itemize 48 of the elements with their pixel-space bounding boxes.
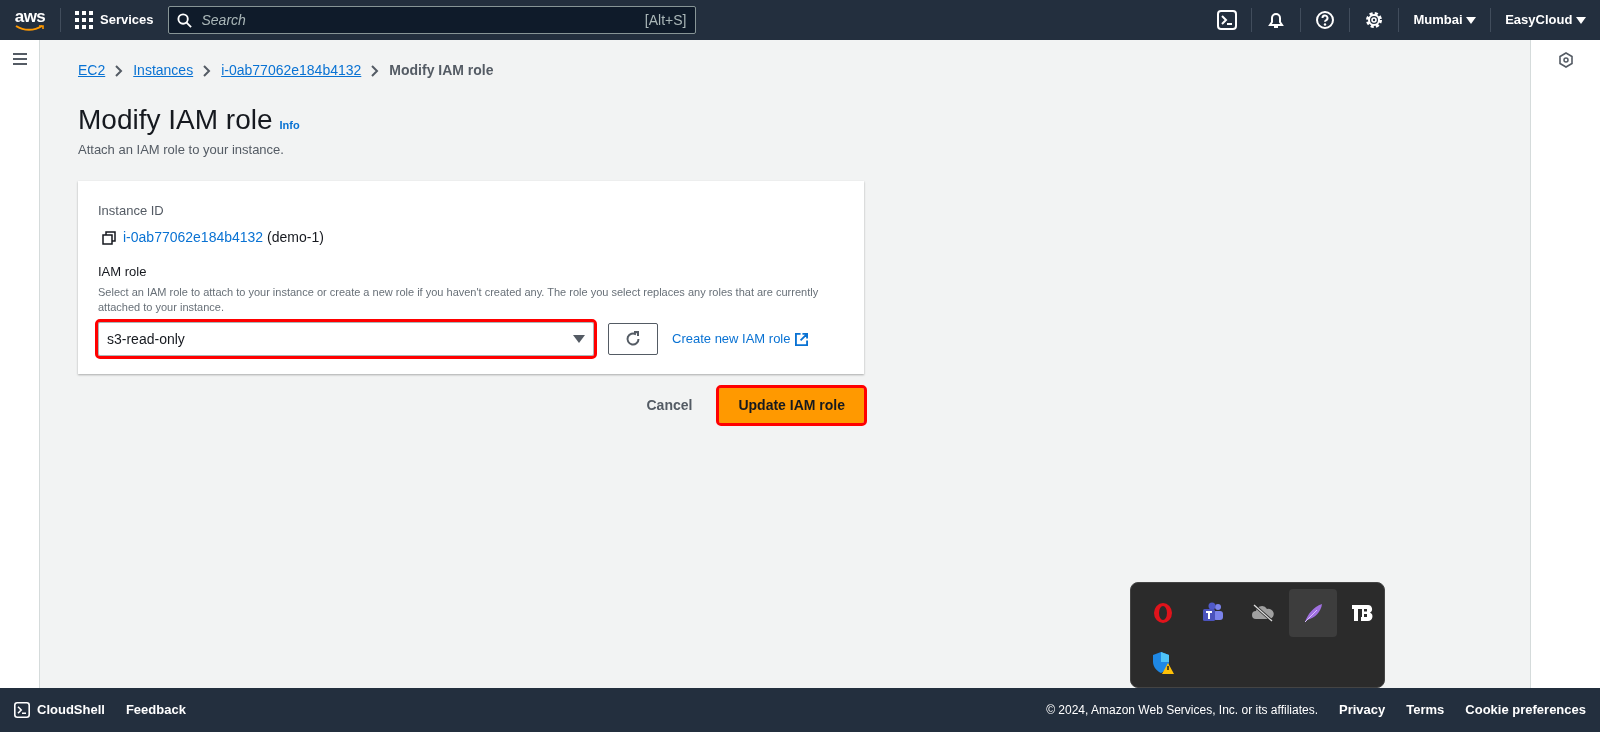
footer-link[interactable]: Terms xyxy=(1406,700,1445,720)
refresh-button[interactable] xyxy=(608,323,658,356)
caret-icon xyxy=(1576,16,1586,25)
role-dropdown[interactable]: s3-read-only xyxy=(98,322,594,357)
copy-icon[interactable] xyxy=(102,230,116,245)
breadcrumb-link[interactable]: EC2 xyxy=(78,60,106,81)
instance-name: (demo-1) xyxy=(267,229,324,246)
shortcut-hint: [Alt+S] xyxy=(644,10,687,30)
chevron-icon xyxy=(203,64,212,77)
region-menu[interactable]: Mumbai xyxy=(1413,10,1477,30)
instance-link[interactable]: i-0ab77062e184b4132 xyxy=(123,229,264,246)
search-icon xyxy=(176,12,192,28)
menu-icon[interactable] xyxy=(11,52,28,66)
field-help-text: Select an IAM role to attach to your instance or create a new role if you haven't created any. The role you select replaces any roles that are currently attached to your instance. xyxy=(98,285,820,316)
field-label: Instance ID xyxy=(98,201,165,220)
page-title: Modify IAM role xyxy=(78,103,273,137)
chevron-icon xyxy=(371,64,380,77)
account-menu[interactable]: EasyCloud xyxy=(1505,10,1586,30)
update-role-button[interactable]: Update IAM role xyxy=(719,388,864,424)
footer-link[interactable]: Cookie preferences xyxy=(1465,700,1586,720)
footer-link[interactable]: Privacy xyxy=(1339,700,1386,720)
refresh-icon xyxy=(625,331,641,348)
chevron-icon xyxy=(115,64,124,77)
settings-icon[interactable] xyxy=(1364,10,1385,30)
bell-icon[interactable] xyxy=(1266,10,1287,30)
info-link[interactable]: Info xyxy=(279,117,300,134)
terminal-icon xyxy=(14,702,30,718)
aws-logo[interactable]: aws xyxy=(14,8,46,32)
services-button[interactable]: Services xyxy=(75,10,154,30)
caret-icon xyxy=(1466,16,1477,25)
external-link-icon xyxy=(794,332,808,346)
field-label: IAM role xyxy=(98,263,148,282)
caret-icon xyxy=(573,335,585,344)
create-role-link[interactable]: Create new IAM role xyxy=(672,329,808,349)
terminal-icon[interactable] xyxy=(1217,10,1238,30)
help-icon[interactable] xyxy=(1315,10,1336,30)
grid-icon xyxy=(75,11,93,29)
cloudshell-link[interactable]: CloudShell xyxy=(14,700,105,720)
breadcrumb-link[interactable]: i-0ab77062e184b4132 xyxy=(221,60,362,81)
search-bar[interactable]: Search [Alt+S] xyxy=(167,6,696,34)
feedback-link[interactable]: Feedback xyxy=(125,700,186,720)
breadcrumb-current: Modify IAM role xyxy=(389,61,494,80)
breadcrumb-link[interactable]: Instances xyxy=(133,60,194,81)
hexagon-icon[interactable] xyxy=(1557,52,1574,68)
copyright-text: © 2024, Amazon Web Services, Inc. or its affiliates. xyxy=(1046,702,1318,719)
cancel-button[interactable]: Cancel xyxy=(640,394,699,418)
search-field[interactable]: Search xyxy=(199,8,637,32)
page-description: Attach an IAM role to your instance. xyxy=(78,141,285,160)
